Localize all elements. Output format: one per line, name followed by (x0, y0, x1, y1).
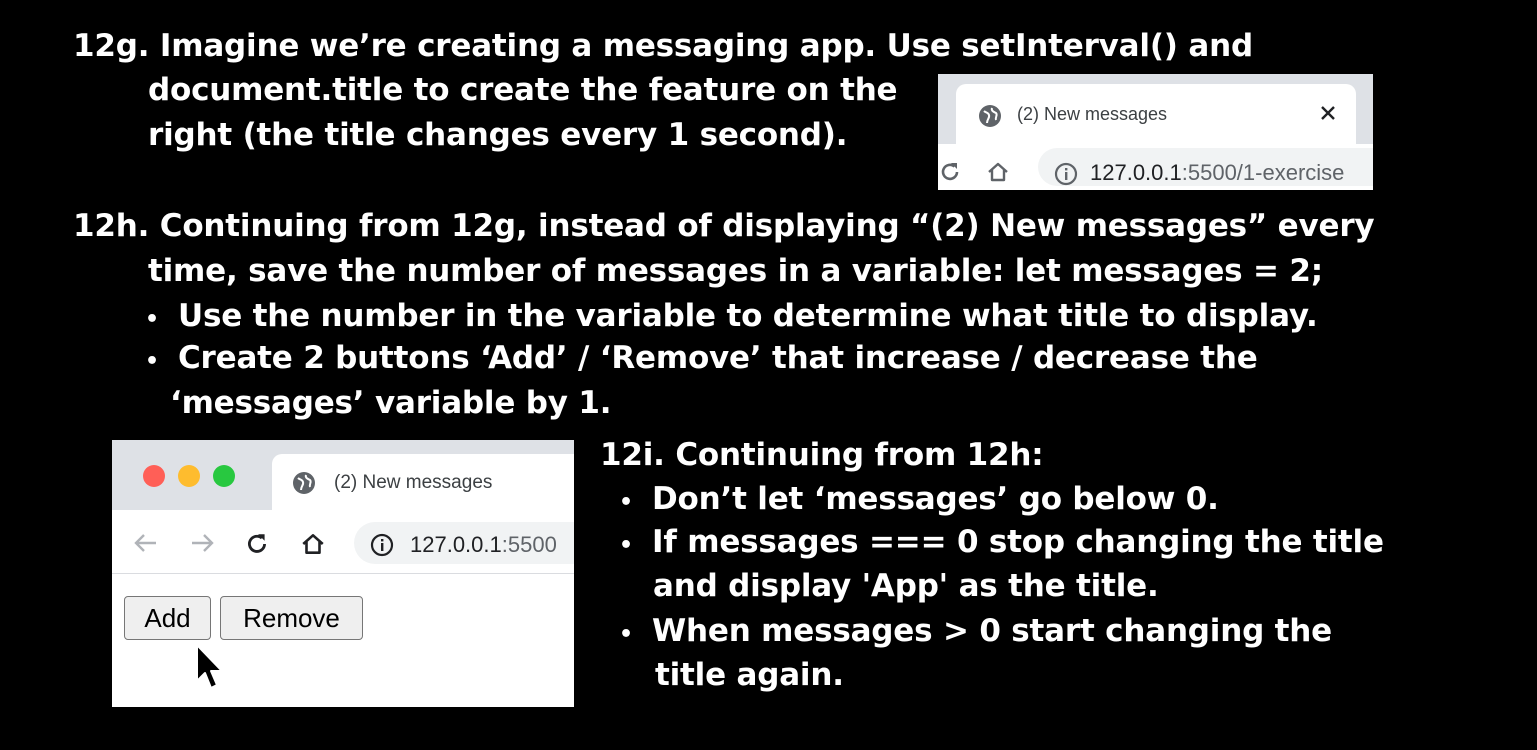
tab-title: (2) New messages (1017, 104, 1168, 124)
exercise-12i-heading: 12i. Continuing from 12h: (600, 437, 1044, 473)
minimize-window-dot (178, 465, 200, 487)
reload-icon (248, 534, 266, 553)
exercise-12i-bullet3-line1: When messages > 0 start changing the (652, 613, 1332, 649)
bullet-marker: • (619, 490, 634, 515)
remove-button[interactable]: Remove (220, 596, 363, 640)
home-icon (302, 534, 324, 554)
home-icon (988, 162, 1008, 182)
url-path: :5500/1-exercise (1181, 160, 1345, 185)
exercise-12i-bullet2-line2: and display 'App' as the title. (653, 568, 1159, 604)
exercise-12g-line1: 12g. Imagine we’re creating a messaging … (73, 28, 1253, 64)
back-arrow-icon (134, 534, 156, 552)
exercise-12h-bullet1: Use the number in the variable to determ… (178, 298, 1318, 334)
info-icon (1054, 162, 1078, 186)
browser-tab-screenshot: (2) New messages 127.0.0.1:5500/1-exerci… (938, 74, 1373, 190)
url-host: 127.0.0.1 (1090, 160, 1182, 185)
globe-icon (979, 105, 1001, 127)
bullet-marker: • (145, 349, 160, 374)
toolbar-divider (112, 573, 574, 574)
url-text: 127.0.0.1:5500 (410, 532, 557, 558)
add-button[interactable]: Add (124, 596, 211, 640)
globe-icon (293, 472, 315, 494)
exercise-12h-line1: 12h. Continuing from 12g, instead of dis… (73, 208, 1375, 244)
app-window-screenshot: (2) New messages 127.0.0.1:5500 Add Remo… (112, 440, 574, 707)
exercise-12h-bullet2-line2: ‘messages’ variable by 1. (170, 385, 612, 421)
bullet-marker: • (619, 533, 634, 558)
url-host: 127.0.0.1 (410, 532, 502, 557)
url-path: :5500 (501, 532, 557, 557)
forward-arrow-icon (192, 534, 214, 552)
close-icon (1321, 106, 1335, 120)
exercise-12g-line2: document.title to create the feature on … (148, 72, 898, 108)
bullet-marker: • (145, 307, 160, 332)
maximize-window-dot (213, 465, 235, 487)
close-window-dot (143, 465, 165, 487)
mouse-cursor-icon (196, 644, 223, 689)
reload-icon (941, 163, 959, 181)
exercise-12i-bullet1: Don’t let ‘messages’ go below 0. (652, 481, 1219, 517)
exercise-12h-bullet2-line1: Create 2 buttons ‘Add’ / ‘Remove’ that i… (178, 340, 1258, 376)
exercise-12i-bullet3-line2: title again. (655, 657, 844, 693)
tab-title: (2) New messages (334, 472, 493, 493)
exercise-12i-bullet2-line1: If messages === 0 stop changing the titl… (652, 524, 1384, 560)
exercise-12g-line3: right (the title changes every 1 second)… (148, 117, 848, 153)
exercise-12h-line2: time, save the number of messages in a v… (148, 253, 1323, 289)
bullet-marker: • (619, 622, 634, 647)
url-text: 127.0.0.1:5500/1-exercise (1090, 160, 1344, 186)
info-icon (370, 533, 394, 557)
